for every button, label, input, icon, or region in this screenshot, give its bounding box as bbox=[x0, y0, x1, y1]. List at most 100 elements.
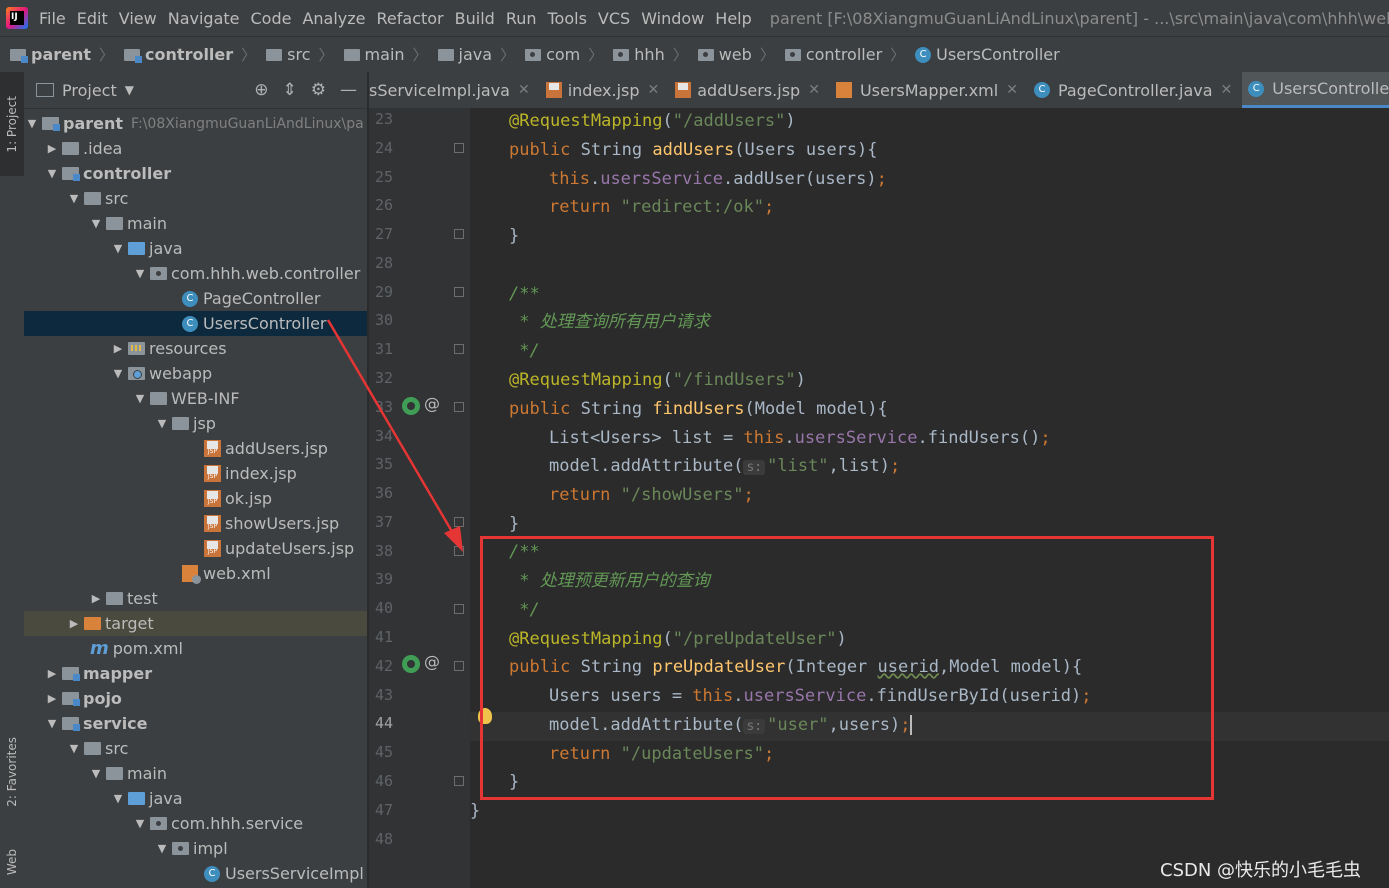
tree-item-idea[interactable]: ▶ .idea bbox=[24, 136, 367, 161]
menu-file[interactable]: File bbox=[39, 9, 66, 28]
tab-users-mapper-xml[interactable]: UsersMapper.xml ✕ bbox=[830, 72, 1028, 108]
close-icon[interactable]: ✕ bbox=[808, 82, 820, 98]
tree-item-package-controller[interactable]: ▼ com.hhh.web.controller bbox=[24, 261, 367, 286]
tree-item-package-service[interactable]: ▼ com.hhh.service bbox=[24, 811, 367, 836]
menu-vcs[interactable]: VCS bbox=[598, 9, 630, 28]
chevron-down-icon[interactable]: ▼ bbox=[132, 267, 148, 280]
breadcrumb-parent[interactable]: parent 〉 bbox=[0, 44, 114, 65]
chevron-down-icon[interactable]: ▼ bbox=[132, 392, 148, 405]
tree-item-resources[interactable]: ▶ resources bbox=[24, 336, 367, 361]
tab-index-jsp[interactable]: index.jsp ✕ bbox=[540, 72, 670, 108]
tree-item-service-src[interactable]: ▼ src bbox=[24, 736, 367, 761]
menu-run[interactable]: Run bbox=[506, 9, 537, 28]
chevron-down-icon[interactable]: ▼ bbox=[110, 792, 126, 805]
tree-item-parent[interactable]: ▼ parent F:\08XiangmuGuanLiAndLinux\pa bbox=[24, 111, 367, 136]
chevron-right-icon[interactable]: ▶ bbox=[44, 692, 60, 705]
chevron-down-icon[interactable]: ▼ bbox=[88, 217, 104, 230]
tree-item-java[interactable]: ▼ java bbox=[24, 236, 367, 261]
close-icon[interactable]: ✕ bbox=[518, 82, 530, 98]
menu-navigate[interactable]: Navigate bbox=[168, 9, 240, 28]
menu-help[interactable]: Help bbox=[715, 9, 751, 28]
tree-item-mapper[interactable]: ▶ mapper bbox=[24, 661, 367, 686]
annotation-icon[interactable]: @ bbox=[424, 394, 440, 413]
tree-item-service[interactable]: ▼ service bbox=[24, 711, 367, 736]
tree-item-main[interactable]: ▼ main bbox=[24, 211, 367, 236]
tree-item-index-jsp[interactable]: JSP index.jsp bbox=[24, 461, 367, 486]
chevron-right-icon[interactable]: ▶ bbox=[88, 592, 104, 605]
fold-marker-icon[interactable] bbox=[454, 402, 464, 412]
tree-item-service-main[interactable]: ▼ main bbox=[24, 761, 367, 786]
close-icon[interactable]: ✕ bbox=[648, 82, 660, 98]
fold-marker-icon[interactable] bbox=[454, 517, 464, 527]
chevron-down-icon[interactable]: ▼ bbox=[110, 367, 126, 380]
tab-users-controller[interactable]: CUsersController.java✕ bbox=[1242, 72, 1389, 108]
fold-marker-icon[interactable] bbox=[454, 344, 464, 354]
breadcrumb-controller-pkg[interactable]: controller 〉 bbox=[775, 44, 905, 65]
gear-icon[interactable]: ⚙ bbox=[311, 80, 326, 100]
close-icon[interactable]: ✕ bbox=[1221, 82, 1233, 98]
locate-icon[interactable]: ⊕ bbox=[254, 80, 268, 100]
tree-item-service-java[interactable]: ▼ java bbox=[24, 786, 367, 811]
breadcrumb-hhh[interactable]: hhh 〉 bbox=[603, 44, 688, 65]
tree-item-pom-xml[interactable]: m pom.xml bbox=[24, 636, 367, 661]
breadcrumb-src[interactable]: src 〉 bbox=[256, 44, 334, 65]
chevron-right-icon[interactable]: ▶ bbox=[44, 142, 60, 155]
tab-users-service-impl[interactable]: sServiceImpl.java ✕ bbox=[369, 72, 540, 108]
menu-tools[interactable]: Tools bbox=[548, 9, 587, 28]
web-endpoint-icon[interactable] bbox=[402, 397, 420, 415]
fold-marker-icon[interactable] bbox=[454, 143, 464, 153]
chevron-down-icon[interactable]: ▼ bbox=[110, 242, 126, 255]
menu-analyze[interactable]: Analyze bbox=[302, 9, 365, 28]
chevron-down-icon[interactable]: ▼ bbox=[66, 742, 82, 755]
tree-item-jsp[interactable]: ▼ jsp bbox=[24, 411, 367, 436]
tree-item-addusers-jsp[interactable]: JSP addUsers.jsp bbox=[24, 436, 367, 461]
tree-item-showusers-jsp[interactable]: JSP showUsers.jsp bbox=[24, 511, 367, 536]
menu-code[interactable]: Code bbox=[251, 9, 292, 28]
breadcrumb-controller[interactable]: controller 〉 bbox=[114, 44, 256, 65]
menu-refactor[interactable]: Refactor bbox=[377, 9, 444, 28]
tree-item-web-inf[interactable]: ▼ WEB-INF bbox=[24, 386, 367, 411]
menu-edit[interactable]: Edit bbox=[77, 9, 108, 28]
tab-addusers-jsp[interactable]: addUsers.jsp ✕ bbox=[669, 72, 830, 108]
menu-window[interactable]: Window bbox=[641, 9, 704, 28]
web-tool-tab[interactable]: Web bbox=[0, 837, 24, 887]
chevron-down-icon[interactable]: ▼ bbox=[88, 767, 104, 780]
chevron-right-icon[interactable]: ▶ bbox=[44, 667, 60, 680]
fold-marker-icon[interactable] bbox=[454, 229, 464, 239]
project-tool-tab[interactable]: 1: Project bbox=[0, 72, 24, 176]
chevron-right-icon[interactable]: ▶ bbox=[66, 617, 82, 630]
chevron-down-icon[interactable]: ▼ bbox=[44, 717, 60, 730]
tree-item-page-controller[interactable]: C PageController bbox=[24, 286, 367, 311]
close-icon[interactable]: ✕ bbox=[1006, 82, 1018, 98]
tree-item-users-controller[interactable]: C UsersController bbox=[24, 311, 367, 336]
chevron-down-icon[interactable]: ▼ bbox=[154, 417, 170, 430]
tree-item-web-xml[interactable]: web.xml bbox=[24, 561, 367, 586]
breadcrumb-java[interactable]: java 〉 bbox=[428, 44, 515, 65]
breadcrumb-web[interactable]: web 〉 bbox=[688, 44, 775, 65]
fold-marker-icon[interactable] bbox=[454, 287, 464, 297]
menu-view[interactable]: View bbox=[119, 9, 157, 28]
tab-page-controller[interactable]: C PageController.java ✕ bbox=[1028, 72, 1242, 108]
tree-item-target[interactable]: ▶ target bbox=[24, 611, 367, 636]
chevron-down-icon[interactable]: ▼ bbox=[125, 83, 134, 97]
tree-item-impl[interactable]: ▼ impl bbox=[24, 836, 367, 861]
collapse-all-icon[interactable]: ⇕ bbox=[283, 80, 297, 100]
chevron-down-icon[interactable]: ▼ bbox=[132, 817, 148, 830]
annotation-icon[interactable]: @ bbox=[424, 652, 440, 671]
tree-item-src[interactable]: ▼ src bbox=[24, 186, 367, 211]
fold-marker-icon[interactable] bbox=[454, 546, 464, 556]
breadcrumb-com[interactable]: com 〉 bbox=[515, 44, 603, 65]
fold-marker-icon[interactable] bbox=[454, 604, 464, 614]
chevron-down-icon[interactable]: ▼ bbox=[44, 167, 60, 180]
chevron-right-icon[interactable]: ▶ bbox=[110, 342, 126, 355]
fold-marker-icon[interactable] bbox=[454, 776, 464, 786]
chevron-down-icon[interactable]: ▼ bbox=[66, 192, 82, 205]
menu-build[interactable]: Build bbox=[455, 9, 495, 28]
hide-icon[interactable]: — bbox=[340, 80, 357, 100]
fold-marker-icon[interactable] bbox=[454, 661, 464, 671]
tree-item-test[interactable]: ▶ test bbox=[24, 586, 367, 611]
tree-item-pojo[interactable]: ▶ pojo bbox=[24, 686, 367, 711]
tree-item-controller[interactable]: ▼ controller bbox=[24, 161, 367, 186]
tree-item-users-service-impl[interactable]: C UsersServiceImpl bbox=[24, 861, 367, 886]
web-endpoint-icon[interactable] bbox=[402, 655, 420, 673]
